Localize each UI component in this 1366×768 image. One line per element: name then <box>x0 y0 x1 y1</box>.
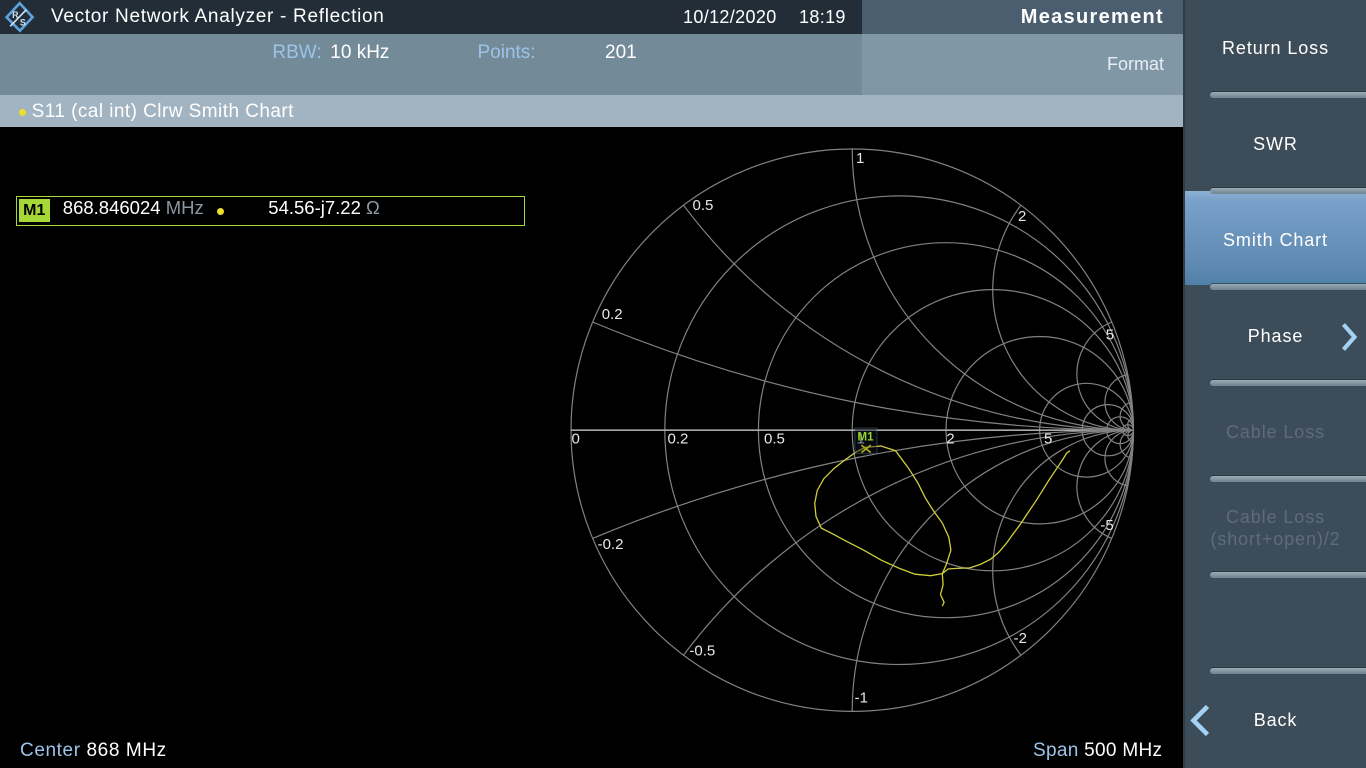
svg-text:-2: -2 <box>1014 630 1027 647</box>
svg-text:-5: -5 <box>1100 517 1113 534</box>
svg-text:M1: M1 <box>858 431 875 443</box>
svg-text:1: 1 <box>856 150 864 167</box>
svg-text:R: R <box>12 10 19 20</box>
svg-text:-0.5: -0.5 <box>689 643 715 660</box>
svg-text:5: 5 <box>1044 430 1052 447</box>
svg-text:-0.2: -0.2 <box>598 536 624 553</box>
svg-text:2: 2 <box>946 430 954 447</box>
svg-text:0.5: 0.5 <box>764 430 785 447</box>
svg-text:S: S <box>20 17 26 27</box>
svg-text:2: 2 <box>1018 208 1026 225</box>
svg-text:0.2: 0.2 <box>668 430 689 447</box>
svg-text:0: 0 <box>572 430 580 447</box>
svg-text:5: 5 <box>1106 327 1114 344</box>
svg-text:0.5: 0.5 <box>693 197 714 214</box>
svg-text:-1: -1 <box>855 690 868 707</box>
svg-text:0.2: 0.2 <box>602 306 623 323</box>
